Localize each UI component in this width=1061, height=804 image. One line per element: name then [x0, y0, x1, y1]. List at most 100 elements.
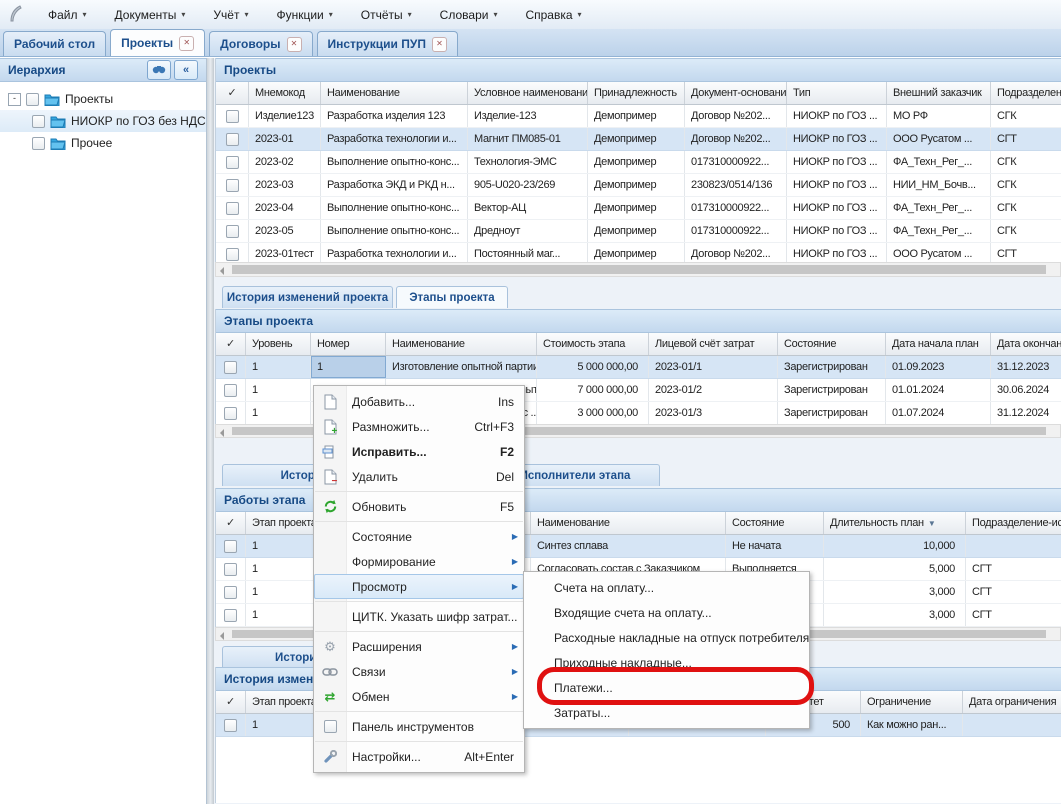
- close-icon[interactable]: ✕: [287, 37, 302, 52]
- tab-договоры[interactable]: Договоры✕: [209, 31, 312, 56]
- stages-column-header-3[interactable]: Стоимость этапа: [537, 333, 649, 355]
- stages-check-column-header[interactable]: ✓: [216, 333, 246, 355]
- menubar-item-1[interactable]: Документы▾: [101, 0, 200, 29]
- checkbox-icon[interactable]: [226, 179, 239, 192]
- menu-item-настройки[interactable]: Настройки...Alt+Enter: [314, 744, 524, 769]
- projects-row-4[interactable]: 2023-04Выполнение опытно-конс...Вектор-А…: [216, 197, 1061, 220]
- projects-check-column-header[interactable]: ✓: [216, 82, 249, 104]
- stages-column-header-7[interactable]: Дата окончания: [991, 333, 1061, 355]
- checkbox-icon[interactable]: [224, 563, 237, 576]
- menu-item-удалить[interactable]: −УдалитьDel: [314, 464, 524, 489]
- stages-column-header-5[interactable]: Состояние: [778, 333, 886, 355]
- stage-tabs-tab-1[interactable]: Этапы проекта: [396, 286, 508, 308]
- scroll-left-icon[interactable]: [220, 429, 224, 437]
- menu-item-входящие-счета-на-оплату[interactable]: Входящие счета на оплату...: [524, 600, 809, 625]
- find-icon[interactable]: [147, 60, 171, 80]
- projects-horizontal-scrollbar[interactable]: [215, 262, 1061, 277]
- sidebar-splitter[interactable]: [207, 58, 214, 804]
- menu-item-размножить[interactable]: +Размножить...Ctrl+F3: [314, 414, 524, 439]
- checkbox-icon[interactable]: [226, 225, 239, 238]
- projects-column-header-4[interactable]: Документ-основание: [685, 82, 787, 104]
- projects-column-header-5[interactable]: Тип: [787, 82, 887, 104]
- works-column-header-1[interactable]: Наименование: [531, 512, 726, 534]
- checkbox-icon[interactable]: [224, 540, 237, 553]
- tab-проекты[interactable]: Проекты✕: [110, 29, 205, 56]
- scrollbar-thumb[interactable]: [232, 265, 1046, 274]
- menu-item-связи[interactable]: Связи▶: [314, 659, 524, 684]
- tab-label: Этапы проекта: [409, 292, 494, 304]
- projects-column-header-7[interactable]: Подразделение: [991, 82, 1061, 104]
- menubar-item-6[interactable]: Справка▾: [511, 0, 595, 29]
- checkbox-icon[interactable]: [226, 248, 239, 261]
- menubar-item-label: Справка: [525, 8, 572, 22]
- works-check-column-header[interactable]: ✓: [216, 512, 246, 534]
- menu-item-расходные-накладные-на-отпуск-потребителям[interactable]: Расходные накладные на отпуск потребител…: [524, 625, 809, 650]
- menu-item-расширения[interactable]: ⚙Расширения▶: [314, 634, 524, 659]
- works-column-header-4[interactable]: Подразделение-исполнитель: [966, 512, 1061, 534]
- tab-инструкции-пуп[interactable]: Инструкции ПУП✕: [317, 31, 458, 56]
- menu-item-цитк.-указать-шифр-затрат[interactable]: ЦИТК. Указать шифр затрат...: [314, 604, 524, 629]
- checkbox-icon[interactable]: [26, 93, 39, 106]
- menubar-item-5[interactable]: Словари▾: [426, 0, 512, 29]
- menu-item-состояние[interactable]: Состояние▶: [314, 524, 524, 549]
- stages-column-header-1[interactable]: Номер: [311, 333, 386, 355]
- tree-item-2[interactable]: Прочее: [0, 132, 206, 154]
- checkbox-icon[interactable]: [32, 115, 45, 128]
- tree-item-1[interactable]: НИОКР по ГОЗ без НДС: [0, 110, 206, 132]
- scroll-left-icon[interactable]: [220, 267, 224, 275]
- menu-item-обновить[interactable]: ОбновитьF5: [314, 494, 524, 519]
- projects-column-header-0[interactable]: Мнемокод: [249, 82, 321, 104]
- checkbox-icon[interactable]: [226, 133, 239, 146]
- row-checkbox-cell: [216, 379, 246, 401]
- checkbox-icon[interactable]: [224, 361, 237, 374]
- close-icon[interactable]: ✕: [179, 36, 194, 51]
- stages-row-0[interactable]: 11Изготовление опытной партии ПМ0...5 00…: [216, 356, 1061, 379]
- history-column-header-4[interactable]: Дата ограничения: [963, 691, 1061, 713]
- checkbox-icon[interactable]: [226, 156, 239, 169]
- menu-item-добавить[interactable]: Добавить...Ins: [314, 389, 524, 414]
- history-check-column-header[interactable]: ✓: [216, 691, 246, 713]
- stages-column-header-2[interactable]: Наименование: [386, 333, 537, 355]
- projects-row-1[interactable]: 2023-01Разработка технологии и...Магнит …: [216, 128, 1061, 151]
- projects-row-3[interactable]: 2023-03Разработка ЭКД и РКД н...905-U020…: [216, 174, 1061, 197]
- menu-item-формирование[interactable]: Формирование▶: [314, 549, 524, 574]
- tree-item-0[interactable]: -Проекты: [0, 88, 206, 110]
- tree-expander-icon[interactable]: -: [8, 93, 21, 106]
- menubar-item-3[interactable]: Функции▾: [262, 0, 346, 29]
- projects-row-2[interactable]: 2023-02Выполнение опытно-конс...Технолог…: [216, 151, 1061, 174]
- tab-рабочий-стол[interactable]: Рабочий стол: [3, 31, 106, 56]
- menubar-item-0[interactable]: Файл▾: [34, 0, 101, 29]
- projects-cell-5-7: СГК: [991, 220, 1061, 242]
- stages-column-header-0[interactable]: Уровень: [246, 333, 311, 355]
- projects-column-header-6[interactable]: Внешний заказчик: [887, 82, 991, 104]
- menubar-item-2[interactable]: Учёт▾: [199, 0, 262, 29]
- projects-row-0[interactable]: Изделие123Разработка изделия 123Изделие-…: [216, 105, 1061, 128]
- checkbox-icon[interactable]: [224, 719, 237, 732]
- close-icon[interactable]: ✕: [432, 37, 447, 52]
- menu-item-просмотр[interactable]: Просмотр▶: [314, 574, 524, 599]
- checkbox-icon[interactable]: [32, 137, 45, 150]
- menu-item-панель-инструментов[interactable]: Панель инструментов: [314, 714, 524, 739]
- menu-item-счета-на-оплату[interactable]: Счета на оплату...: [524, 575, 809, 600]
- history-column-header-3[interactable]: Ограничение: [861, 691, 963, 713]
- scroll-left-icon[interactable]: [220, 632, 224, 640]
- checkbox-icon[interactable]: [226, 202, 239, 215]
- stages-column-header-4[interactable]: Лицевой счёт затрат: [649, 333, 778, 355]
- checkbox-icon[interactable]: [224, 586, 237, 599]
- works-column-header-2[interactable]: Состояние: [726, 512, 824, 534]
- works-column-header-3[interactable]: Длительность план▼: [824, 512, 966, 534]
- stage-tabs-tab-0[interactable]: История изменений проекта: [222, 286, 393, 308]
- checkbox-icon[interactable]: [224, 609, 237, 622]
- menubar-item-4[interactable]: Отчёты▾: [347, 0, 426, 29]
- projects-column-header-1[interactable]: Наименование: [321, 82, 468, 104]
- menu-item-обмен[interactable]: ⇄Обмен▶: [314, 684, 524, 709]
- collapse-sidebar-icon[interactable]: «: [174, 60, 198, 80]
- projects-column-header-3[interactable]: Принадлежность: [588, 82, 685, 104]
- projects-row-5[interactable]: 2023-05Выполнение опытно-конс...Дредноут…: [216, 220, 1061, 243]
- stages-column-header-6[interactable]: Дата начала план: [886, 333, 991, 355]
- checkbox-icon[interactable]: [226, 110, 239, 123]
- checkbox-icon[interactable]: [224, 407, 237, 420]
- checkbox-icon[interactable]: [224, 384, 237, 397]
- projects-column-header-2[interactable]: Условное наименование: [468, 82, 588, 104]
- menu-item-исправить[interactable]: Исправить...F2: [314, 439, 524, 464]
